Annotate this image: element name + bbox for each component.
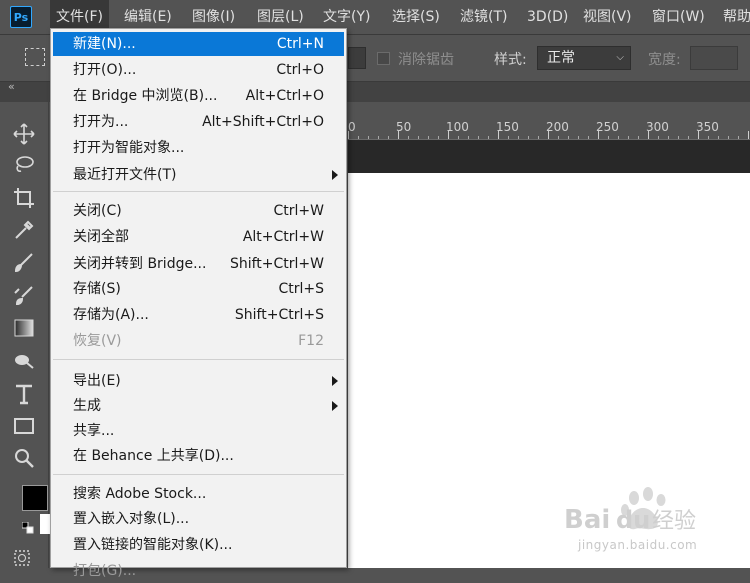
- menu-item-package: 打包(G)...: [53, 559, 344, 583]
- style-select[interactable]: 正常 ⌵: [537, 46, 631, 70]
- width-input[interactable]: [690, 46, 738, 70]
- dodge-tool-icon[interactable]: [12, 349, 36, 373]
- menu-item-label: 共享...: [73, 423, 115, 439]
- menu-item-shortcut: Shift+Ctrl+W: [229, 256, 324, 272]
- menu-item-label: 打开为智能对象...: [73, 140, 185, 156]
- brush-tool-icon[interactable]: [12, 251, 36, 275]
- menu-item-save-as[interactable]: 存储为(A)... Shift+Ctrl+S: [53, 303, 344, 327]
- horizontal-ruler: 0 50 100 150 200 250 300 350: [348, 117, 750, 140]
- submenu-arrow-icon: [332, 401, 338, 411]
- menu-item-label: 搜索 Adobe Stock...: [73, 486, 207, 502]
- menu-item-label: 恢复(V): [73, 333, 122, 349]
- feather-field[interactable]: [348, 47, 366, 69]
- menu-item-label: 在 Bridge 中浏览(B)...: [73, 88, 218, 104]
- menu-item-generate[interactable]: 生成: [53, 394, 344, 418]
- menu-item-shortcut: Alt+Ctrl+W: [242, 229, 324, 245]
- menu-item-label: 打包(G)...: [73, 563, 137, 579]
- submenu-arrow-icon: [332, 170, 338, 180]
- menu-item-label: 打开为...: [73, 114, 129, 130]
- menu-separator: [53, 191, 344, 192]
- menu-item-label: 关闭全部: [73, 229, 129, 245]
- menu-item-shortcut: Ctrl+O: [276, 62, 324, 78]
- menu-item-open-recent[interactable]: 最近打开文件(T): [53, 163, 344, 187]
- menu-item-browse-in-bridge[interactable]: 在 Bridge 中浏览(B)... Alt+Ctrl+O: [53, 84, 344, 108]
- menu-item-shortcut: Ctrl+S: [278, 281, 324, 297]
- menu-item-label: 置入链接的智能对象(K)...: [73, 537, 233, 553]
- antialias-checkbox[interactable]: [377, 52, 390, 65]
- move-tool-icon[interactable]: [12, 122, 36, 146]
- menu-item-label: 最近打开文件(T): [73, 167, 177, 183]
- eyedropper-tool-icon[interactable]: [12, 218, 36, 242]
- style-label: 样式:: [494, 52, 527, 68]
- svg-text:Bai: Bai: [564, 505, 610, 535]
- svg-text:经验: 经验: [652, 509, 696, 534]
- menu-item-label: 关闭(C): [73, 203, 122, 219]
- quick-mask-icon[interactable]: [14, 550, 30, 566]
- menu-item-shortcut: Ctrl+W: [273, 203, 324, 219]
- menu-window[interactable]: 窗口(W): [652, 0, 705, 34]
- menu-item-label: 置入嵌入对象(L)...: [73, 511, 190, 527]
- menu-item-revert: 恢复(V) F12: [53, 329, 344, 353]
- crop-tool-icon[interactable]: [12, 186, 36, 210]
- menu-item-close-all[interactable]: 关闭全部 Alt+Ctrl+W: [53, 225, 344, 249]
- menu-item-shortcut: Alt+Shift+Ctrl+O: [202, 114, 324, 130]
- style-value: 正常: [547, 50, 575, 66]
- rectangular-marquee-icon[interactable]: [25, 48, 45, 66]
- menu-item-label: 打开(O)...: [73, 62, 137, 78]
- zoom-tool-icon[interactable]: [12, 446, 36, 470]
- menu-item-label: 导出(E): [73, 373, 121, 389]
- menu-item-label: 关闭并转到 Bridge...: [73, 256, 207, 272]
- menu-item-label: 在 Behance 上共享(D)...: [73, 448, 234, 464]
- menu-item-export[interactable]: 导出(E): [53, 369, 344, 393]
- menu-item-place-linked[interactable]: 置入链接的智能对象(K)...: [53, 533, 344, 557]
- watermark-url: jingyan.baidu.com: [578, 538, 698, 552]
- menu-item-shortcut: Shift+Ctrl+S: [234, 307, 324, 323]
- menu-item-label: 生成: [73, 398, 101, 414]
- collapse-panel-icon[interactable]: «: [8, 80, 15, 93]
- menu-item-shortcut: Alt+Ctrl+O: [245, 88, 324, 104]
- menu-separator: [53, 474, 344, 475]
- menu-item-label: 新建(N)...: [73, 36, 136, 52]
- file-menu-dropdown: 新建(N)... Ctrl+N 打开(O)... Ctrl+O 在 Bridge…: [50, 28, 347, 579]
- menu-item-search-adobe-stock[interactable]: 搜索 Adobe Stock...: [53, 482, 344, 506]
- menu-select[interactable]: 选择(S): [392, 0, 440, 34]
- menu-filter[interactable]: 滤镜(T): [460, 0, 507, 34]
- default-colors-icon[interactable]: [22, 522, 34, 534]
- document-area-header: [348, 140, 750, 173]
- svg-text:du: du: [616, 506, 650, 534]
- photoshop-logo-icon: Ps: [10, 6, 32, 28]
- menu-item-share-on-behance[interactable]: 在 Behance 上共享(D)...: [53, 444, 344, 468]
- menu-item-label: 存储为(A)...: [73, 307, 149, 323]
- antialias-label: 消除锯齿: [398, 52, 454, 68]
- menu-3d[interactable]: 3D(D): [527, 0, 568, 34]
- history-brush-tool-icon[interactable]: [12, 284, 36, 308]
- foreground-color-swatch[interactable]: [22, 485, 48, 511]
- menu-item-new[interactable]: 新建(N)... Ctrl+N: [53, 32, 344, 56]
- submenu-arrow-icon: [332, 376, 338, 386]
- menu-view[interactable]: 视图(V): [583, 0, 632, 34]
- menu-item-open[interactable]: 打开(O)... Ctrl+O: [53, 58, 344, 82]
- menu-item-open-as-smart-object[interactable]: 打开为智能对象...: [53, 136, 344, 160]
- menu-separator: [53, 359, 344, 360]
- menu-item-close-and-go-to-bridge[interactable]: 关闭并转到 Bridge... Shift+Ctrl+W: [53, 252, 344, 276]
- menu-item-save[interactable]: 存储(S) Ctrl+S: [53, 277, 344, 301]
- menu-item-label: 存储(S): [73, 281, 121, 297]
- width-label: 宽度:: [648, 52, 681, 68]
- ruler-ticks-graphic: [348, 131, 749, 139]
- gradient-tool-icon[interactable]: [12, 316, 36, 340]
- menu-item-share[interactable]: 共享...: [53, 419, 344, 443]
- chevron-down-icon: ⌵: [616, 52, 624, 63]
- menu-item-shortcut: Ctrl+N: [276, 36, 324, 52]
- menu-item-shortcut: F12: [298, 333, 324, 349]
- lasso-tool-icon[interactable]: [12, 153, 36, 177]
- type-tool-icon[interactable]: [12, 382, 36, 406]
- menu-item-open-as[interactable]: 打开为... Alt+Shift+Ctrl+O: [53, 110, 344, 134]
- menu-item-place-embedded[interactable]: 置入嵌入对象(L)...: [53, 507, 344, 531]
- menu-help[interactable]: 帮助: [723, 0, 750, 34]
- menu-item-close[interactable]: 关闭(C) Ctrl+W: [53, 199, 344, 223]
- rectangle-tool-icon[interactable]: [12, 414, 36, 438]
